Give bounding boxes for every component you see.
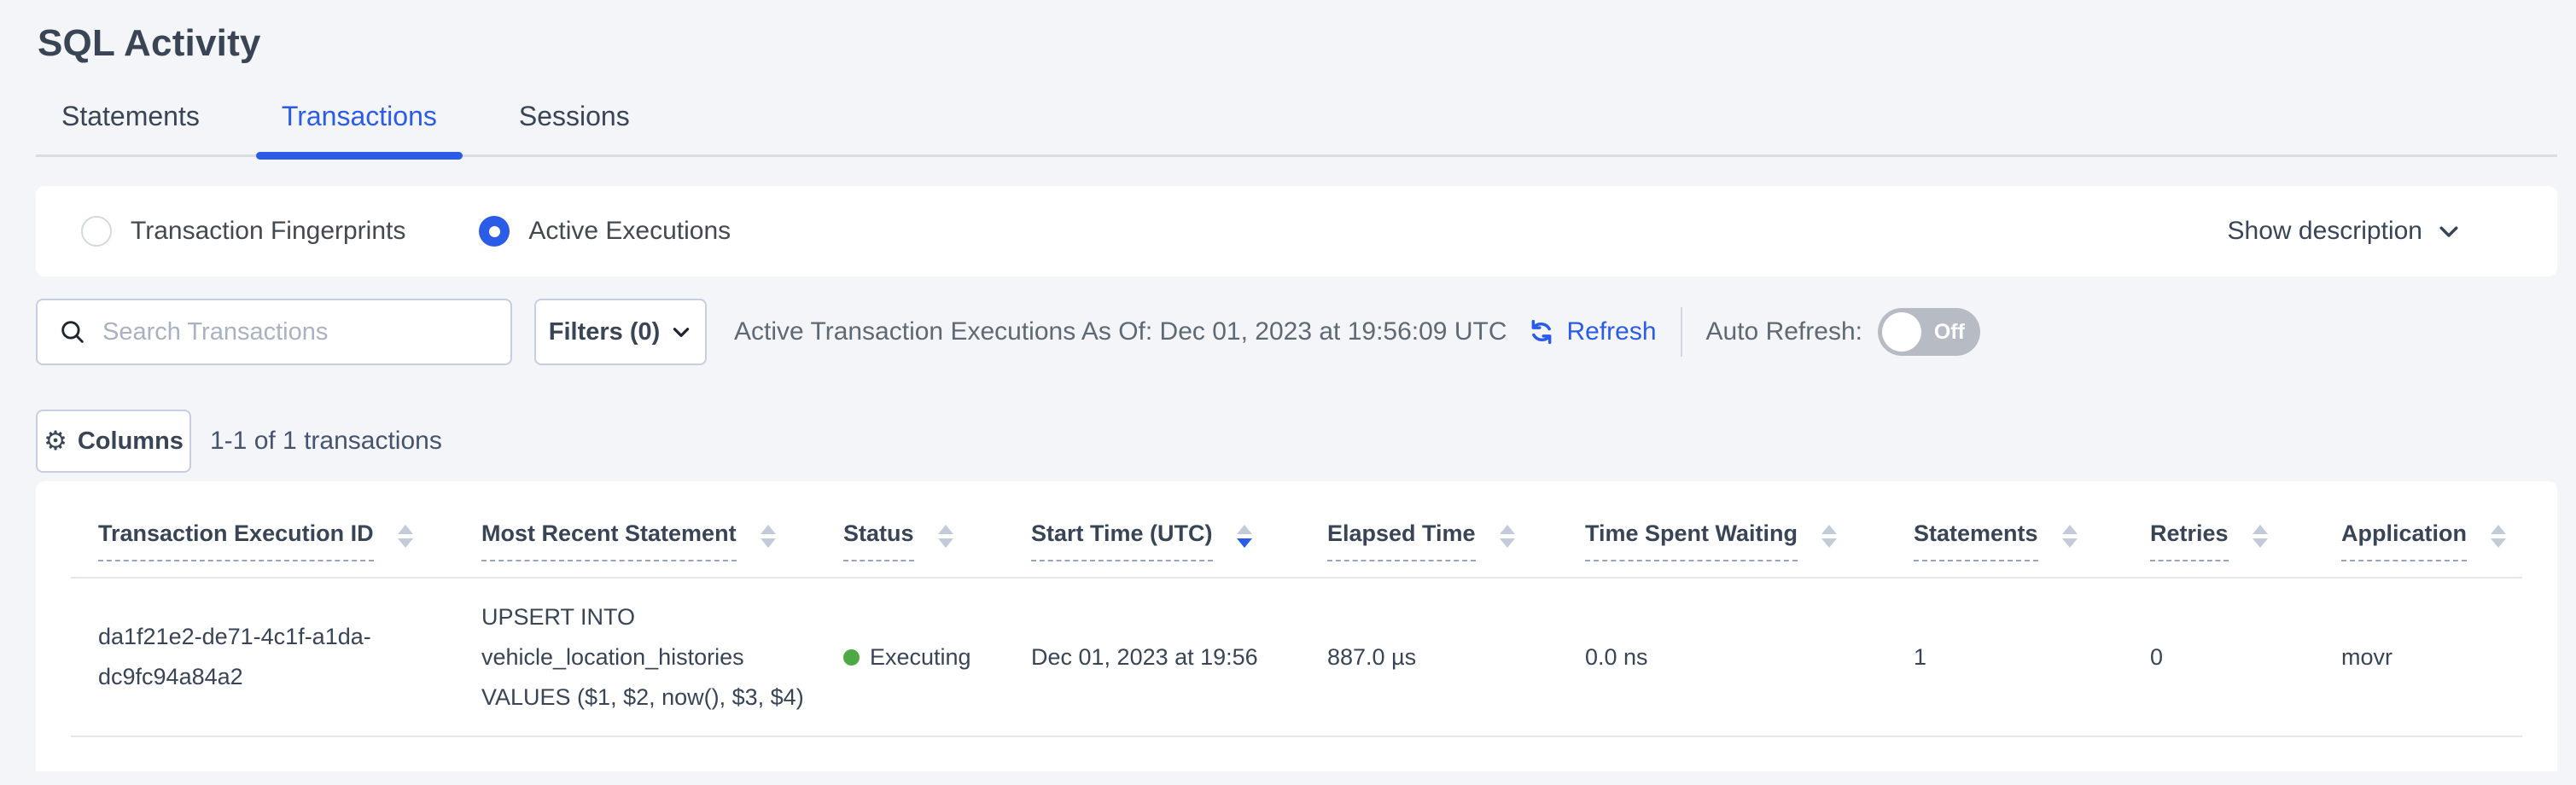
transactions-table-card: Transaction Execution ID Most Recent Sta… [36,481,2557,771]
column-header-retries[interactable]: Retries [2150,520,2229,561]
auto-refresh-label: Auto Refresh: [1706,317,1862,346]
column-header-status[interactable]: Status [843,520,914,561]
search-input[interactable] [102,318,493,346]
columns-label: Columns [78,427,184,456]
search-icon [58,317,87,346]
cell-status: Executing [816,578,1004,736]
results-count: 1-1 of 1 transactions [210,427,442,456]
column-header-elapsed-time[interactable]: Elapsed Time [1327,520,1476,561]
column-header-most-recent-statement[interactable]: Most Recent Statement [481,520,737,561]
sort-icon[interactable] [761,525,776,548]
table-row[interactable]: da1f21e2-de71-4c1f-a1da-dc9fc94a84a2 UPS… [71,578,2522,736]
cell-statements: 1 [1886,578,2123,736]
cell-elapsed-time: 887.0 µs [1300,578,1558,736]
chevron-down-icon [670,321,692,343]
radio-active-executions[interactable]: Active Executions [479,216,731,247]
cell-retries: 0 [2123,578,2314,736]
search-box[interactable] [36,299,512,365]
sort-icon[interactable] [398,525,413,548]
sort-icon[interactable] [1821,525,1837,548]
page-title: SQL Activity [38,22,2557,65]
toolbar: Filters (0) Active Transaction Execution… [36,299,2557,365]
table-header-row: Transaction Execution ID Most Recent Sta… [71,481,2522,578]
filters-label: Filters (0) [549,318,661,346]
radio-unselected-icon[interactable] [81,216,112,247]
sort-icon[interactable] [938,525,953,548]
column-header-statements[interactable]: Statements [1914,520,2038,561]
sort-icon[interactable] [2491,525,2506,548]
cell-application: movr [2314,578,2522,736]
filters-button[interactable]: Filters (0) [534,299,707,365]
status-label: Executing [870,637,971,677]
toggle-knob [1882,312,1921,352]
tab-sessions[interactable]: Sessions [493,89,656,154]
toolbar-divider [1681,307,1682,357]
radio-transaction-fingerprints[interactable]: Transaction Fingerprints [81,216,405,247]
sort-icon-active-desc[interactable] [1237,525,1252,548]
column-header-start-time[interactable]: Start Time (UTC) [1031,520,1213,561]
radio-label: Transaction Fingerprints [131,217,405,246]
column-header-time-spent-waiting[interactable]: Time Spent Waiting [1585,520,1798,561]
gear-icon: ⚙ [44,428,67,455]
chevron-down-icon [2436,218,2462,244]
tab-transactions[interactable]: Transactions [256,89,463,154]
radio-label: Active Executions [528,217,731,246]
show-description-label: Show description [2228,217,2422,246]
refresh-icon [1525,316,1558,348]
cell-transaction-execution-id[interactable]: da1f21e2-de71-4c1f-a1da-dc9fc94a84a2 [71,578,454,736]
cell-time-spent-waiting: 0.0 ns [1558,578,1886,736]
column-header-transaction-execution-id[interactable]: Transaction Execution ID [98,520,374,561]
cell-most-recent-statement: UPSERT INTO vehicle_location_histories V… [454,578,816,736]
transactions-table: Transaction Execution ID Most Recent Sta… [71,481,2522,737]
toggle-state-label: Off [1934,320,1965,345]
sort-icon[interactable] [1500,525,1515,548]
show-description-button[interactable]: Show description [2228,217,2462,246]
refresh-label: Refresh [1566,317,1656,346]
sort-icon[interactable] [2062,525,2078,548]
refresh-button[interactable]: Refresh [1525,316,1656,348]
view-mode-radio-group: Transaction Fingerprints Active Executio… [81,216,731,247]
tab-statements[interactable]: Statements [36,89,225,154]
tab-bar: Statements Transactions Sessions [36,89,2557,157]
columns-button[interactable]: ⚙ Columns [36,410,191,473]
cell-start-time: Dec 01, 2023 at 19:56 [1004,578,1300,736]
sort-icon[interactable] [2253,525,2268,548]
status-executing-icon [843,649,860,666]
page-header: SQL Activity [0,0,2576,65]
radio-selected-icon[interactable] [479,216,510,247]
table-controls: ⚙ Columns 1-1 of 1 transactions [36,410,2557,473]
view-mode-card: Transaction Fingerprints Active Executio… [36,186,2557,276]
auto-refresh-toggle[interactable]: Off [1878,308,1980,356]
as-of-text: Active Transaction Executions As Of: Dec… [734,317,1507,346]
column-header-application[interactable]: Application [2341,520,2467,561]
